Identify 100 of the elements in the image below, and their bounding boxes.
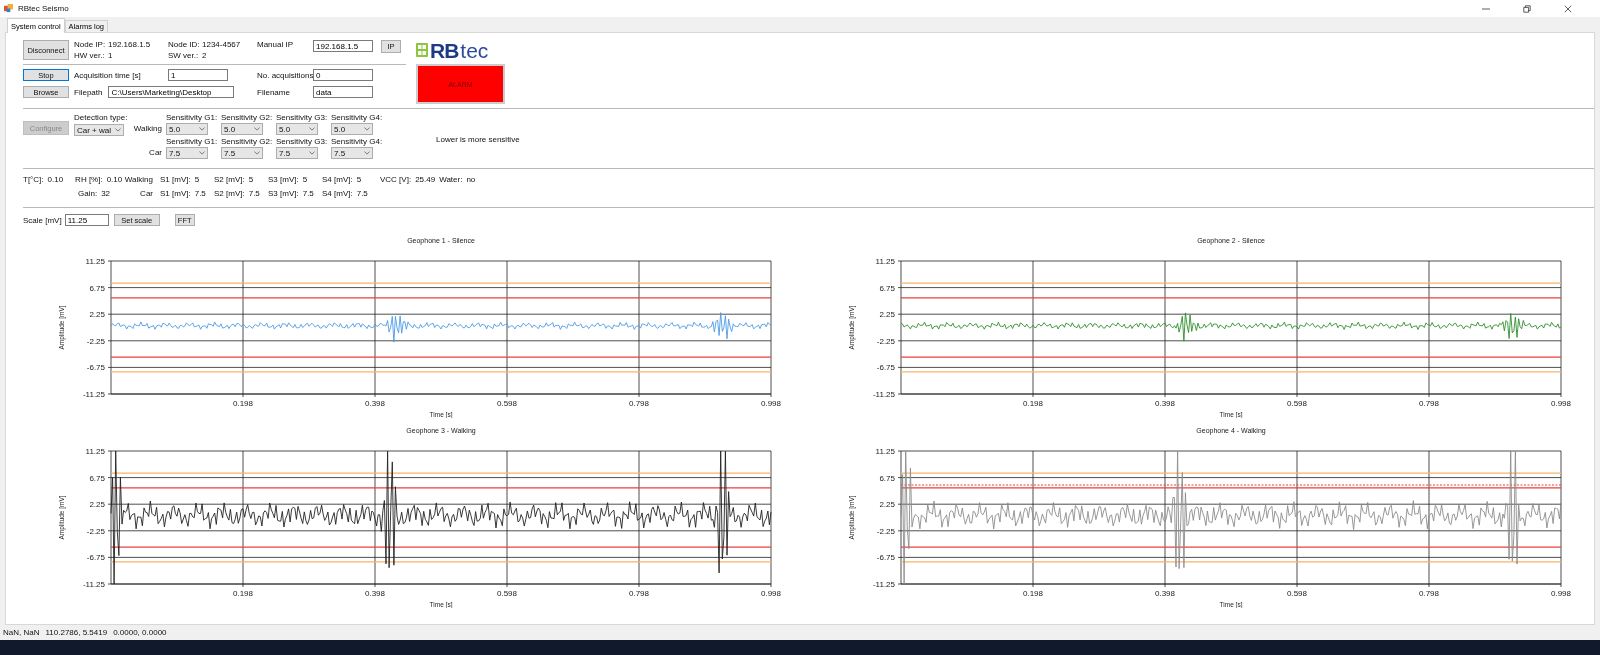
value: 1234-4567 xyxy=(202,40,242,49)
tick-label: 0.798 xyxy=(629,399,649,408)
dropdown[interactable]: 7.5 xyxy=(221,147,263,159)
dropdown[interactable]: 5.0 xyxy=(166,123,208,135)
input-field[interactable]: 192.168.1.5 xyxy=(313,40,373,52)
tick-label: 0.198 xyxy=(1023,589,1043,598)
label: Sensitivity G3: xyxy=(276,137,329,146)
caret-icon xyxy=(309,127,315,131)
label: Sensitivity G2: xyxy=(221,137,274,146)
label: RH [%]: xyxy=(75,175,103,184)
tick-label: 0.998 xyxy=(1551,399,1571,408)
label: No. acquisitions xyxy=(257,70,313,80)
dropdown[interactable]: 5.0 xyxy=(276,123,318,135)
label: S2 [mV]: xyxy=(214,189,245,198)
tick-label: 11.25 xyxy=(875,257,895,266)
label: Sensitivity G2: xyxy=(221,113,274,122)
label: Gain: xyxy=(78,189,98,198)
hint-text: Lower is more sensitive xyxy=(436,135,520,144)
value: no xyxy=(466,175,476,184)
dropdown[interactable]: 7.5 xyxy=(331,147,373,159)
label: Walking xyxy=(123,175,153,184)
value: 0.10 xyxy=(106,175,123,184)
tick-label: 6.75 xyxy=(89,283,105,293)
tick-label: 0.198 xyxy=(233,589,253,598)
tick-label: -6.75 xyxy=(876,553,895,563)
label: Node ID: xyxy=(168,40,201,49)
tick-label: 0.598 xyxy=(1287,589,1307,598)
tick-label: 2.25 xyxy=(879,500,895,510)
tick-label: 11.25 xyxy=(85,447,105,456)
tick-label: 0.798 xyxy=(1419,589,1439,598)
input-field[interactable]: data xyxy=(313,86,373,98)
caret-icon xyxy=(364,151,370,155)
dropdown[interactable]: 7.5 xyxy=(166,147,208,159)
tick-label: -2.25 xyxy=(86,336,105,346)
tick-label: -2.25 xyxy=(86,526,105,536)
tick-label: 0.598 xyxy=(497,399,517,408)
caret-icon xyxy=(115,128,121,132)
tick-label: 6.75 xyxy=(89,473,105,483)
label: S3 [mV]: xyxy=(268,189,299,198)
value: 1 xyxy=(108,51,114,60)
value: 32 xyxy=(101,189,111,198)
caret-icon xyxy=(364,127,370,131)
label: T[°C]: xyxy=(23,175,44,184)
tick-label: -2.25 xyxy=(876,526,895,536)
label: Sensitivity G4: xyxy=(331,113,384,122)
dropdown[interactable]: 7.5 xyxy=(276,147,318,159)
input-field[interactable]: 11.25 xyxy=(64,214,109,226)
status-text: 0.0000, 0.0000 xyxy=(113,628,167,637)
close-icon[interactable] xyxy=(1564,4,1572,13)
label: HW ver.: xyxy=(74,51,106,60)
dropdown[interactable]: Car + wal xyxy=(74,124,124,136)
label: Sensitivity G1: xyxy=(166,137,219,146)
value: 2 xyxy=(202,51,208,60)
value: 192.168.1.5 xyxy=(108,40,152,49)
label: S4 [mV]: xyxy=(322,175,353,184)
input-field[interactable]: 0 xyxy=(313,69,373,81)
value: 0.10 xyxy=(47,175,64,184)
label: Detection type: xyxy=(74,113,129,122)
tick-label: -6.75 xyxy=(876,363,895,373)
label: SW ver.: xyxy=(168,51,200,60)
label: Car xyxy=(148,147,163,159)
caret-icon xyxy=(199,151,205,155)
input-field[interactable]: 1 xyxy=(168,69,228,81)
dropdown[interactable]: 5.0 xyxy=(331,123,373,135)
tick-label: 0.398 xyxy=(365,399,385,408)
tick-label: -6.75 xyxy=(86,553,105,563)
tick-label: 0.798 xyxy=(629,589,649,598)
input-field[interactable]: C:\Users\Marketing\Desktop xyxy=(108,86,235,98)
tick-label: -11.25 xyxy=(82,580,105,589)
value: 5 xyxy=(356,175,362,184)
value: 7.5 xyxy=(302,189,314,198)
label: Sensitivity G1: xyxy=(166,113,219,122)
tick-label: -11.25 xyxy=(82,390,105,399)
tick-label: -11.25 xyxy=(872,390,895,399)
tick-label: -2.25 xyxy=(876,336,895,346)
label: Manual IP xyxy=(257,40,295,49)
caret-icon xyxy=(254,151,260,155)
label: Node IP: xyxy=(74,40,107,49)
tick-label: -6.75 xyxy=(86,363,105,373)
label: Filepath xyxy=(74,87,103,97)
tick-label: 0.998 xyxy=(761,589,781,598)
tick-label: 11.25 xyxy=(875,447,895,456)
label: Scale [mV] xyxy=(23,215,62,225)
dropdown[interactable]: 5.0 xyxy=(221,123,263,135)
label: Acquisition time [s] xyxy=(74,70,142,80)
value: 7.5 xyxy=(194,189,206,198)
label: VCC [V]: xyxy=(380,175,412,184)
label: S2 [mV]: xyxy=(214,175,245,184)
tick-label: 0.398 xyxy=(1155,399,1175,408)
app-icon xyxy=(4,4,13,13)
tick-label: 0.998 xyxy=(1551,589,1571,598)
restore-icon[interactable] xyxy=(1523,4,1531,13)
label: S1 [mV]: xyxy=(160,189,191,198)
tick-label: 0.598 xyxy=(497,589,517,598)
label: Walking xyxy=(132,123,163,135)
window-title: RBtec Seismo xyxy=(18,4,69,13)
label: S3 [mV]: xyxy=(268,175,299,184)
value: 5 xyxy=(302,175,308,184)
tick-label: 2.25 xyxy=(879,310,895,320)
tick-label: 0.998 xyxy=(761,399,781,408)
